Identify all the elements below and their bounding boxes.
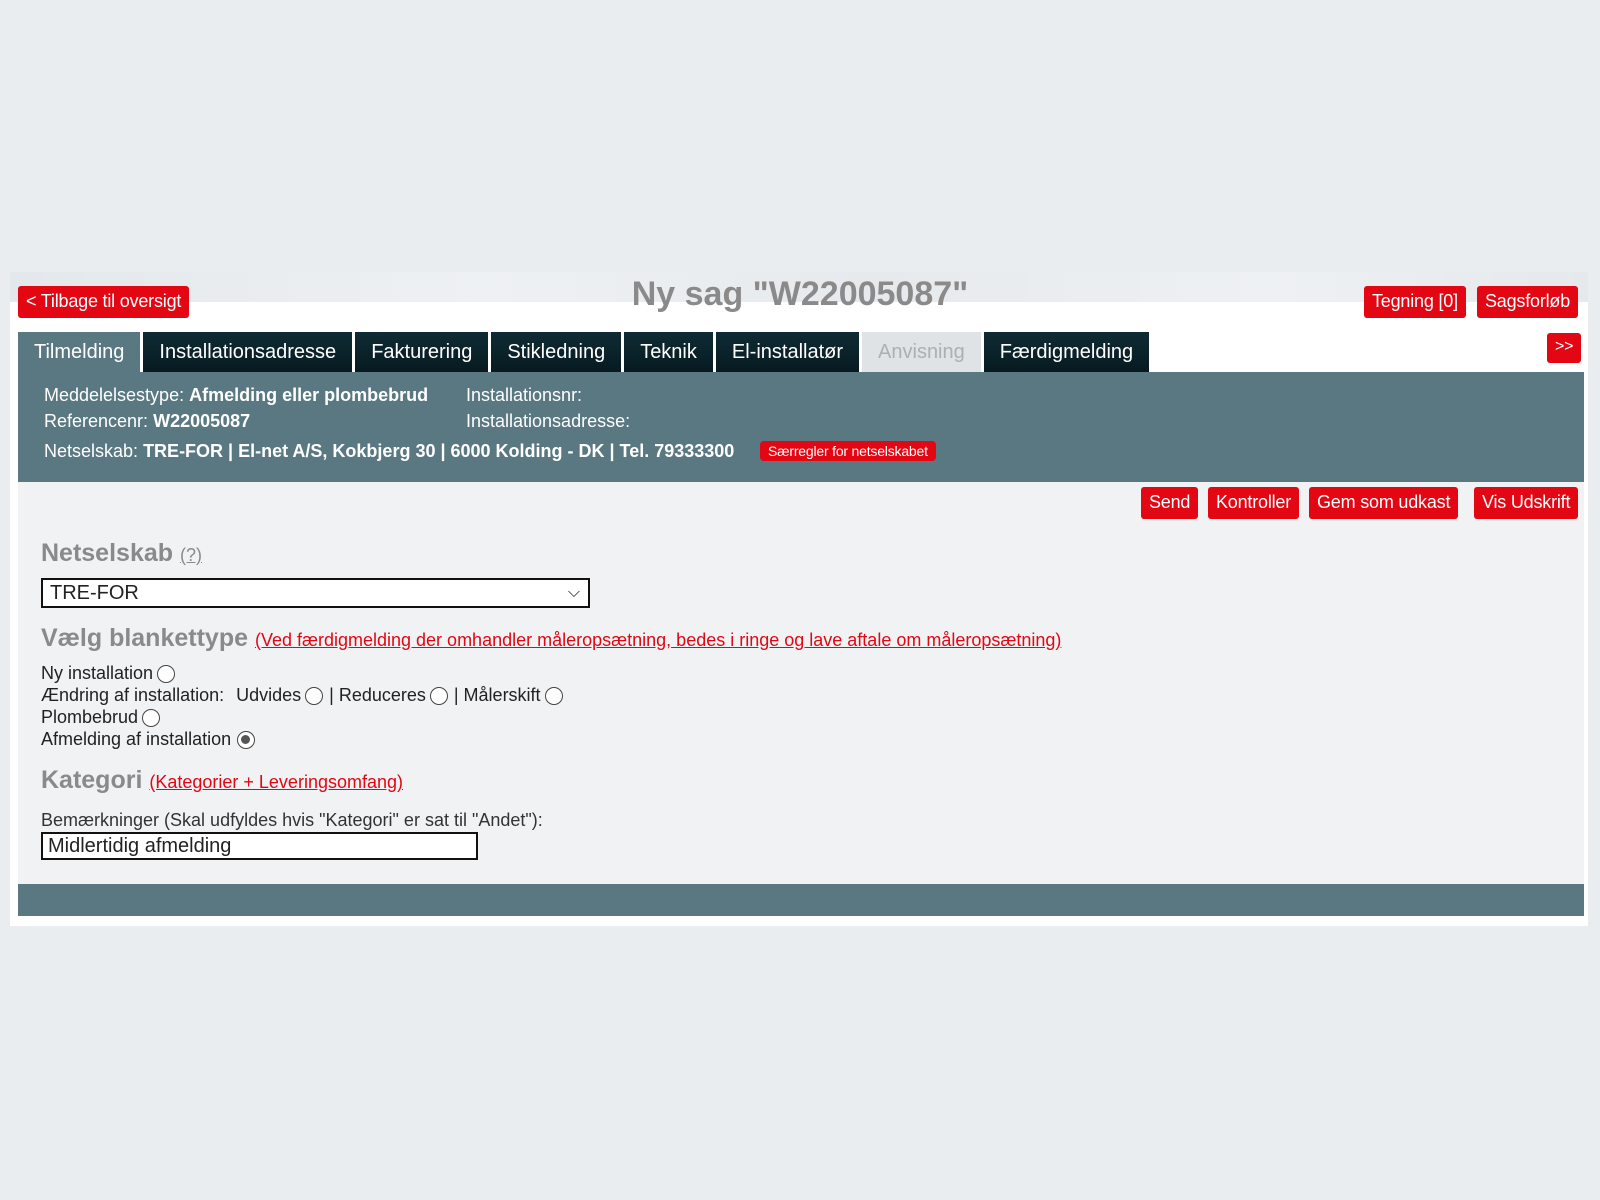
option-new-installation: Ny installation [41, 663, 176, 684]
tab-bar: Tilmelding Installationsadresse Fakturer… [18, 332, 1152, 372]
tab-tilmelding[interactable]: Tilmelding [18, 332, 141, 372]
radio-cancel-installation[interactable] [237, 730, 256, 749]
print-preview-button[interactable]: Vis Udskrift [1474, 487, 1579, 519]
net-company-help-link[interactable]: (?) [180, 545, 202, 565]
option-seal-break: Plombebrud [41, 707, 161, 728]
send-button[interactable]: Send [1141, 487, 1199, 519]
tab-teknik[interactable]: Teknik [624, 332, 713, 372]
installation-number: Installationsnr: [466, 385, 583, 405]
tab-faerdigmelding[interactable]: Færdigmelding [983, 332, 1150, 372]
footer-bar [18, 884, 1584, 916]
meter-setup-hint-link[interactable]: (Ved færdigmelding der omhandler målerop… [255, 630, 1061, 650]
page-title: Ny sag "W22005087" [631, 275, 969, 313]
tab-installationsadresse[interactable]: Installationsadresse [143, 332, 353, 372]
net-company-heading: Netselskab (?) [41, 539, 202, 567]
case-history-button[interactable]: Sagsforløb [1477, 286, 1579, 318]
tab-anvisning: Anvisning [862, 332, 981, 372]
remarks-field[interactable]: Midlertidig afmelding [41, 832, 478, 860]
drawing-button[interactable]: Tegning [0] [1364, 286, 1466, 318]
tab-fakturering[interactable]: Fakturering [355, 332, 489, 372]
remarks-label: Bemærkninger (Skal udfyldes hvis "Katego… [41, 810, 543, 830]
option-change-installation: Ændring af installation: Udvides | Reduc… [41, 685, 563, 706]
installation-address: Installationsadresse: [466, 411, 631, 431]
radio-new-installation[interactable] [157, 664, 176, 683]
special-rules-button[interactable]: Særregler for netselskabet [760, 441, 936, 461]
chevron-down-icon: ⌵ [567, 584, 580, 601]
option-cancel-installation: Afmelding af installation [41, 729, 256, 750]
radio-seal-break[interactable] [142, 708, 161, 727]
case-info-bar: Meddelelsestype: Afmelding eller plombeb… [18, 372, 1584, 482]
tab-el-installator[interactable]: El-installatør [715, 332, 860, 372]
reference-number: Referencenr: W22005087 [44, 411, 251, 431]
net-company-info: Netselskab: TRE-FOR | El-net A/S, Kokbje… [44, 441, 735, 461]
more-tabs-button[interactable]: >> [1547, 333, 1582, 363]
category-heading: Kategori (Kategorier + Leveringsomfang) [41, 766, 403, 794]
net-company-select[interactable]: TRE-FOR ⌵ [41, 578, 590, 608]
radio-reduce[interactable] [429, 686, 448, 705]
radio-expand[interactable] [305, 686, 324, 705]
tab-stikledning[interactable]: Stikledning [491, 332, 622, 372]
form-type-heading: Vælg blankettype (Ved færdigmelding der … [41, 624, 1062, 652]
check-button[interactable]: Kontroller [1208, 487, 1300, 519]
save-draft-button[interactable]: Gem som udkast [1309, 487, 1459, 519]
message-type: Meddelelsestype: Afmelding eller plombeb… [44, 385, 429, 405]
radio-meter-change[interactable] [544, 686, 563, 705]
category-link[interactable]: (Kategorier + Leveringsomfang) [149, 772, 403, 792]
